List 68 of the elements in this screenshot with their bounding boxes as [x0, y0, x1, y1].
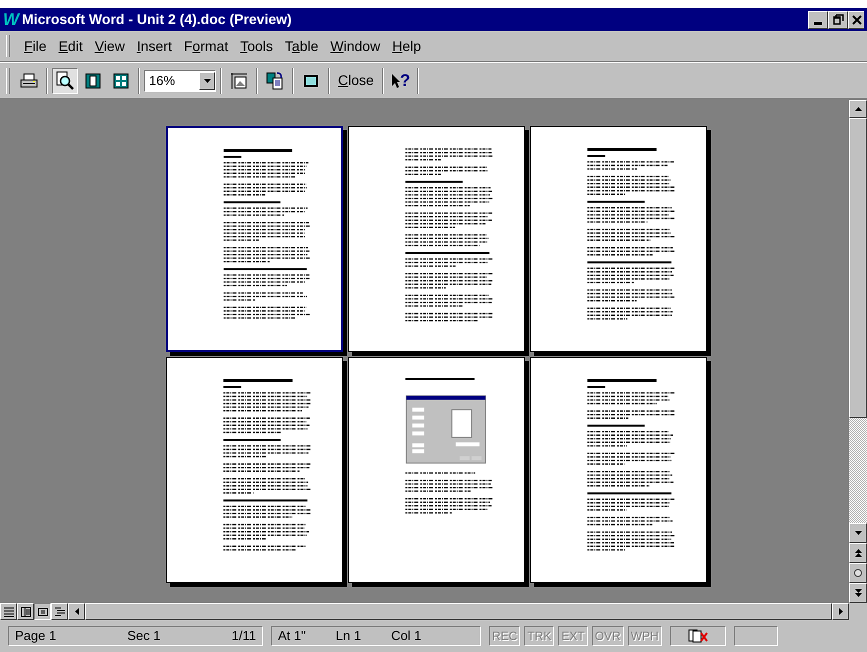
book-cross-icon	[686, 629, 709, 643]
page-layout-button[interactable]	[34, 603, 51, 620]
status-field: Col 1	[391, 626, 422, 646]
up-arrow-icon	[854, 107, 862, 111]
status-panel	[734, 626, 778, 646]
restore-icon	[832, 14, 844, 25]
outline-view-button[interactable]	[51, 603, 68, 620]
status-field: Sec 1	[127, 626, 161, 646]
restore-button[interactable]	[828, 10, 848, 28]
horizontal-scroll-thumb[interactable]	[85, 603, 832, 620]
menu-item[interactable]: Format	[178, 36, 234, 56]
previous-page-button[interactable]	[849, 543, 867, 563]
close-button[interactable]	[848, 10, 864, 28]
menu-item[interactable]: Edit	[52, 36, 89, 56]
close-icon	[852, 14, 862, 24]
double-down-arrow-icon	[854, 589, 862, 597]
scroll-thumb[interactable]	[849, 118, 867, 418]
mode-indicator: EXT	[558, 626, 588, 646]
dropdown-arrow-icon	[204, 78, 210, 82]
mode-indicator: TRK	[524, 626, 554, 646]
menu-item[interactable]: Tools	[234, 36, 279, 56]
menu-item[interactable]: View	[88, 36, 131, 56]
menu-item[interactable]: Help	[386, 36, 427, 56]
status-field: Page 1	[15, 626, 56, 646]
pages-icon	[266, 72, 284, 90]
magnifier-button[interactable]	[52, 68, 78, 94]
normal-view-button[interactable]	[0, 603, 17, 620]
app-logo: W	[3, 11, 20, 28]
menu-item[interactable]: Window	[324, 36, 386, 56]
scroll-up-button[interactable]	[849, 100, 867, 118]
pointer-icon	[390, 72, 400, 88]
window-title: Microsoft Word - Unit 2 (4).doc (Preview)	[22, 10, 292, 29]
vertical-scrollbar[interactable]	[849, 100, 867, 603]
magnifier-icon	[55, 70, 75, 90]
minimize-icon	[814, 22, 822, 24]
menu-item[interactable]: Table	[278, 36, 324, 56]
close-preview-button[interactable]: Close	[334, 68, 378, 94]
help-button[interactable]: ?	[388, 68, 414, 94]
ruler-page-icon	[230, 72, 248, 90]
minimize-button[interactable]	[808, 10, 828, 28]
status-field: At 1"	[278, 626, 306, 646]
next-page-button[interactable]	[849, 583, 867, 603]
mode-indicator: REC	[489, 626, 520, 646]
scroll-down-button[interactable]	[849, 523, 867, 543]
one-page-icon	[85, 72, 101, 88]
page-icon	[38, 606, 48, 616]
browse-object-button[interactable]	[849, 563, 867, 583]
web-layout-button[interactable]	[17, 603, 34, 620]
down-arrow-icon	[854, 531, 862, 535]
menu-item[interactable]: Insert	[130, 36, 178, 56]
mode-indicator: OVR	[592, 626, 624, 646]
double-up-arrow-icon	[854, 549, 862, 557]
scroll-left-button[interactable]	[68, 603, 85, 620]
status-field: Ln 1	[336, 626, 362, 646]
outline-icon	[54, 606, 64, 616]
zoom-combo-box[interactable]: 16%	[144, 70, 216, 92]
printer-icon	[20, 72, 38, 88]
multiple-pages-icon	[113, 72, 129, 88]
right-arrow-icon	[838, 608, 842, 615]
status-field: 1/11	[232, 626, 256, 646]
mode-indicator: WPH	[628, 626, 662, 646]
screen-icon	[303, 72, 319, 88]
circle-icon	[854, 569, 862, 577]
layout-icon	[20, 606, 30, 616]
scroll-right-button[interactable]	[832, 603, 849, 620]
lines-icon	[4, 606, 14, 616]
menu-item[interactable]: File	[18, 36, 53, 56]
left-arrow-icon	[74, 608, 78, 615]
